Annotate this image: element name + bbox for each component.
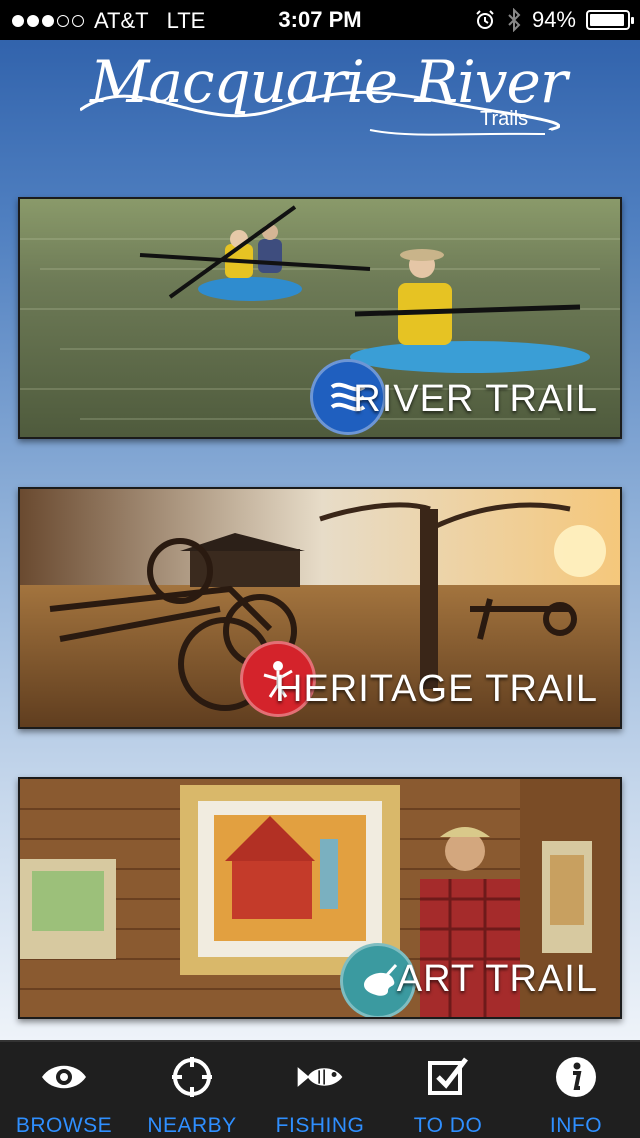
app-logo: Macquarie River Trails [80, 48, 568, 148]
battery-icon [586, 10, 634, 30]
art-trail-card[interactable]: ART TRAIL [18, 777, 622, 1019]
river-trail-card[interactable]: RIVER TRAIL [18, 197, 622, 439]
heritage-trail-label: HERITAGE TRAIL [275, 668, 598, 710]
tab-fishing-label: FISHING [275, 1114, 365, 1137]
tab-browse[interactable]: BROWSE [0, 1042, 128, 1138]
tab-info-label: INFO [549, 1114, 603, 1137]
tab-todo-label: TO DO [413, 1114, 483, 1137]
info-icon [556, 1057, 596, 1097]
eye-icon [42, 1065, 86, 1089]
checkbox-icon [428, 1057, 468, 1095]
tab-browse-label: BROWSE [15, 1114, 113, 1137]
alarm-icon [476, 10, 494, 29]
fish-icon [297, 1067, 343, 1087]
logo-title: Macquarie River [90, 48, 568, 116]
tab-bar: BROWSE NEARBY FISHING TO DO INFO [0, 1040, 640, 1138]
tab-info[interactable]: INFO [512, 1042, 640, 1138]
heritage-trail-card[interactable]: HERITAGE TRAIL [18, 487, 622, 729]
tab-fishing[interactable]: FISHING [256, 1042, 384, 1138]
art-trail-label: ART TRAIL [396, 958, 598, 1000]
tab-nearby[interactable]: NEARBY [128, 1042, 256, 1138]
tab-todo[interactable]: TO DO [384, 1042, 512, 1138]
tab-nearby-label: NEARBY [147, 1114, 237, 1137]
river-trail-label: RIVER TRAIL [353, 378, 598, 420]
crosshair-icon [172, 1057, 212, 1097]
bluetooth-icon [508, 8, 521, 32]
status-bar: AT&T LTE 3:07 PM 94% [0, 0, 640, 40]
logo-subtitle: Trails [480, 108, 529, 130]
battery-percent: 94% [531, 7, 576, 32]
